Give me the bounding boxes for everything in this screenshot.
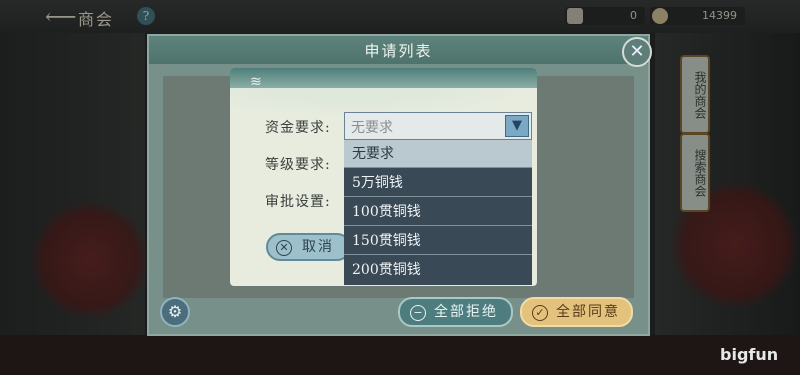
gear-icon[interactable]: ⚙	[160, 297, 190, 327]
cloud-icon: ≋	[250, 74, 262, 90]
option-100-guan-copper[interactable]: 100贯铜钱	[344, 198, 532, 226]
select-value: 无要求	[351, 120, 393, 136]
cancel-x-icon: ✕	[276, 240, 292, 256]
fund-requirement-select[interactable]: 无要求 ▼	[344, 112, 532, 140]
minus-icon: −	[410, 305, 426, 321]
check-icon: ✓	[532, 305, 548, 321]
dialog-header: 申请列表	[149, 36, 648, 64]
watermark: bigfun	[720, 345, 779, 364]
cancel-label: 取消	[302, 239, 334, 255]
option-no-requirement[interactable]: 无要求	[344, 140, 532, 168]
option-200-guan-copper[interactable]: 200贯铜钱	[344, 256, 532, 284]
close-icon[interactable]: ✕	[622, 37, 652, 67]
approve-all-button[interactable]: ✓ 全部同意	[520, 297, 633, 327]
option-150-guan-copper[interactable]: 150贯铜钱	[344, 227, 532, 255]
cancel-button[interactable]: ✕ 取消	[266, 233, 351, 261]
dialog-title: 申请列表	[364, 42, 433, 60]
level-requirement-label: 等级要求:	[265, 157, 331, 173]
approve-all-label: 全部同意	[556, 304, 620, 320]
approval-setting-label: 审批设置:	[265, 194, 331, 210]
fund-options-list: 无要求 5万铜钱 100贯铜钱 150贯铜钱 200贯铜钱	[344, 140, 532, 285]
triangle-down-icon[interactable]: ▼	[505, 115, 529, 137]
option-50k-copper[interactable]: 5万铜钱	[344, 169, 532, 197]
fund-requirement-label: 资金要求:	[265, 120, 331, 136]
reject-all-button[interactable]: − 全部拒绝	[398, 297, 513, 327]
reject-all-label: 全部拒绝	[434, 304, 498, 320]
